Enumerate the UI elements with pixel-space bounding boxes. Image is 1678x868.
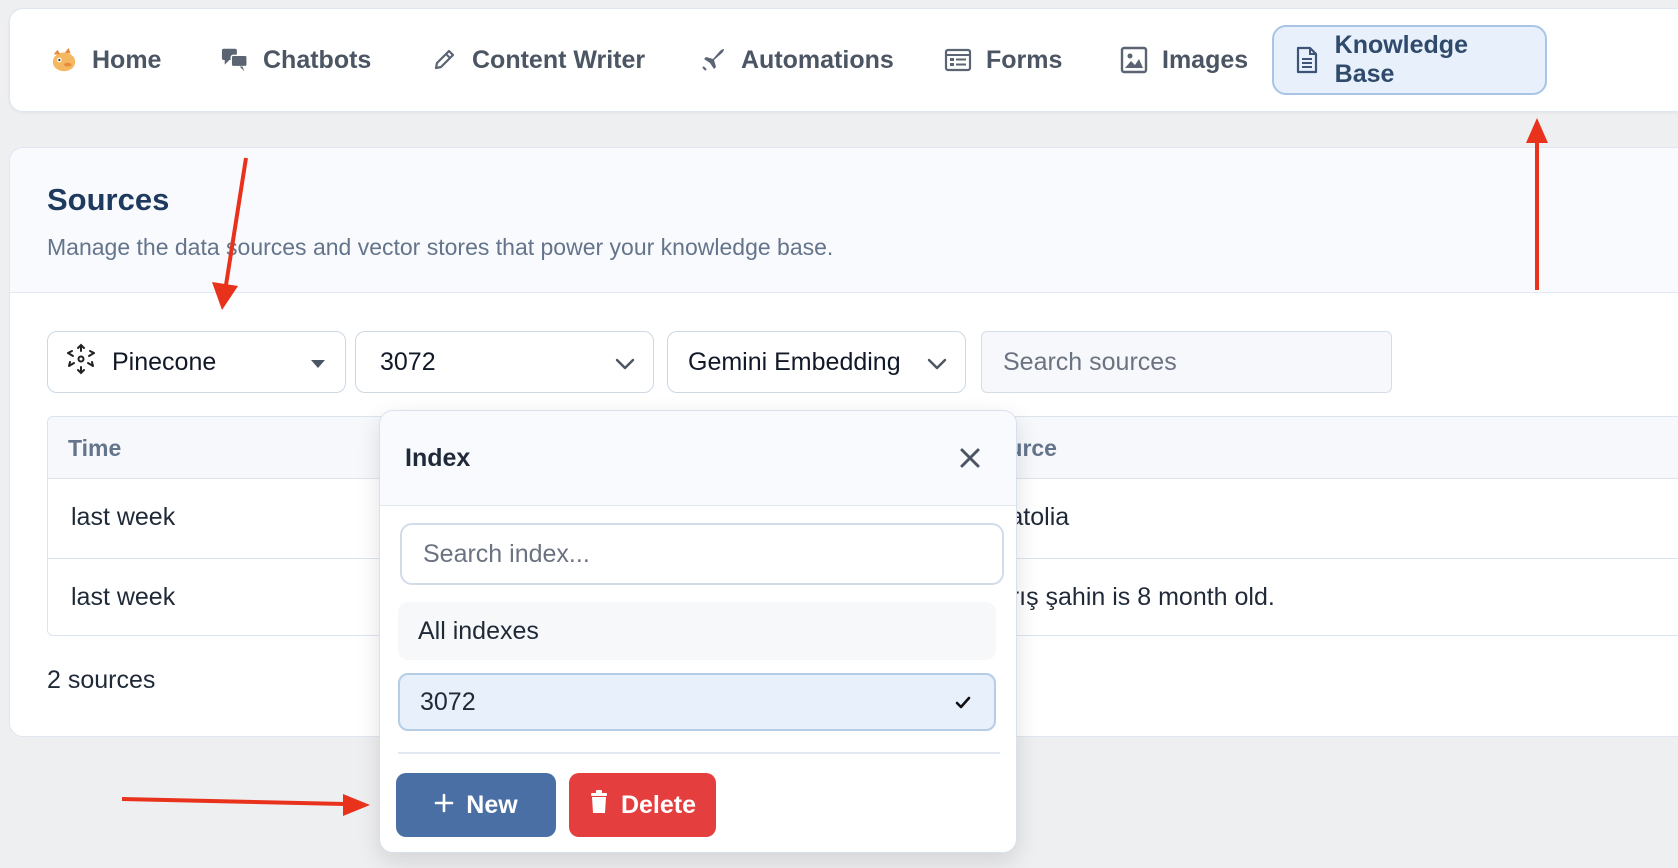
search-sources-input[interactable]: Search sources [981, 331, 1392, 393]
search-index-placeholder: Search index... [423, 539, 590, 568]
column-header-time: Time [68, 435, 122, 461]
nav-item-content-writer[interactable]: Content Writer [410, 25, 665, 95]
nav-label-forms: Forms [986, 45, 1063, 74]
annotation-arrow-new-button [121, 794, 370, 816]
embedding-select-value: Gemini Embedding 1 [688, 347, 900, 376]
new-button-label: New [466, 790, 518, 819]
top-nav: Home Chatbots Content Writer Automations… [9, 8, 1678, 112]
nav-label-chatbots: Chatbots [263, 45, 372, 74]
pinecone-logo-icon [64, 342, 98, 383]
delete-button-label: Delete [620, 790, 697, 819]
new-index-button[interactable]: New [396, 773, 556, 837]
popover-header: Index [380, 411, 1016, 506]
airplane-icon [699, 46, 727, 74]
index-option-label: All indexes [418, 616, 539, 645]
nav-item-automations[interactable]: Automations [679, 25, 914, 95]
image-icon [1120, 46, 1148, 74]
sources-header: Sources Manage the data sources and vect… [10, 148, 1678, 293]
nav-item-chatbots[interactable]: Chatbots [201, 25, 391, 95]
chevron-down-icon [927, 348, 947, 377]
pencil-icon [430, 46, 458, 74]
chevron-down-icon [615, 348, 635, 377]
nav-label-content-writer: Content Writer [472, 45, 646, 74]
index-select-value: 3072 [380, 347, 436, 376]
popover-title: Index [405, 444, 471, 472]
caret-down-icon [309, 348, 327, 377]
embedding-select[interactable]: Gemini Embedding 1 [667, 331, 966, 393]
index-popover: Index Search index... All indexes 3072 N… [379, 410, 1017, 853]
row-source: barış şahin is 8 month old. [983, 583, 1275, 611]
search-index-input[interactable]: Search index... [400, 523, 1004, 585]
index-option-label: 3072 [420, 687, 476, 716]
sources-count: 2 sources [47, 666, 156, 694]
delete-index-button[interactable]: Delete [569, 773, 716, 837]
home-emoji-icon [50, 46, 78, 74]
nav-label-automations: Automations [741, 45, 894, 74]
page-title: Sources [47, 182, 170, 217]
check-icon [954, 690, 972, 719]
row-time: last week [71, 583, 176, 611]
close-icon[interactable] [954, 442, 986, 474]
nav-item-images[interactable]: Images [1100, 25, 1268, 95]
nav-item-knowledge-base[interactable]: Knowledge Base [1272, 25, 1547, 95]
chat-bubbles-icon [221, 46, 249, 74]
search-sources-placeholder: Search sources [1003, 347, 1177, 376]
provider-select[interactable]: Pinecone [47, 331, 346, 393]
row-time: last week [71, 503, 176, 531]
nav-label-home: Home [92, 45, 162, 74]
popover-divider [398, 752, 1000, 754]
provider-select-value: Pinecone [112, 347, 217, 376]
document-icon [1294, 46, 1321, 74]
index-option-3072[interactable]: 3072 [398, 673, 996, 731]
nav-label-images: Images [1162, 45, 1249, 74]
plus-icon [434, 791, 454, 820]
index-select[interactable]: 3072 [355, 331, 654, 393]
index-option-all[interactable]: All indexes [398, 602, 996, 660]
form-icon [944, 46, 972, 74]
nav-label-knowledge-base: Knowledge Base [1334, 31, 1468, 88]
nav-item-forms[interactable]: Forms [924, 25, 1082, 95]
trash-icon [589, 789, 609, 821]
nav-item-home[interactable]: Home [30, 25, 181, 95]
page-subtitle: Manage the data sources and vector store… [47, 234, 834, 260]
